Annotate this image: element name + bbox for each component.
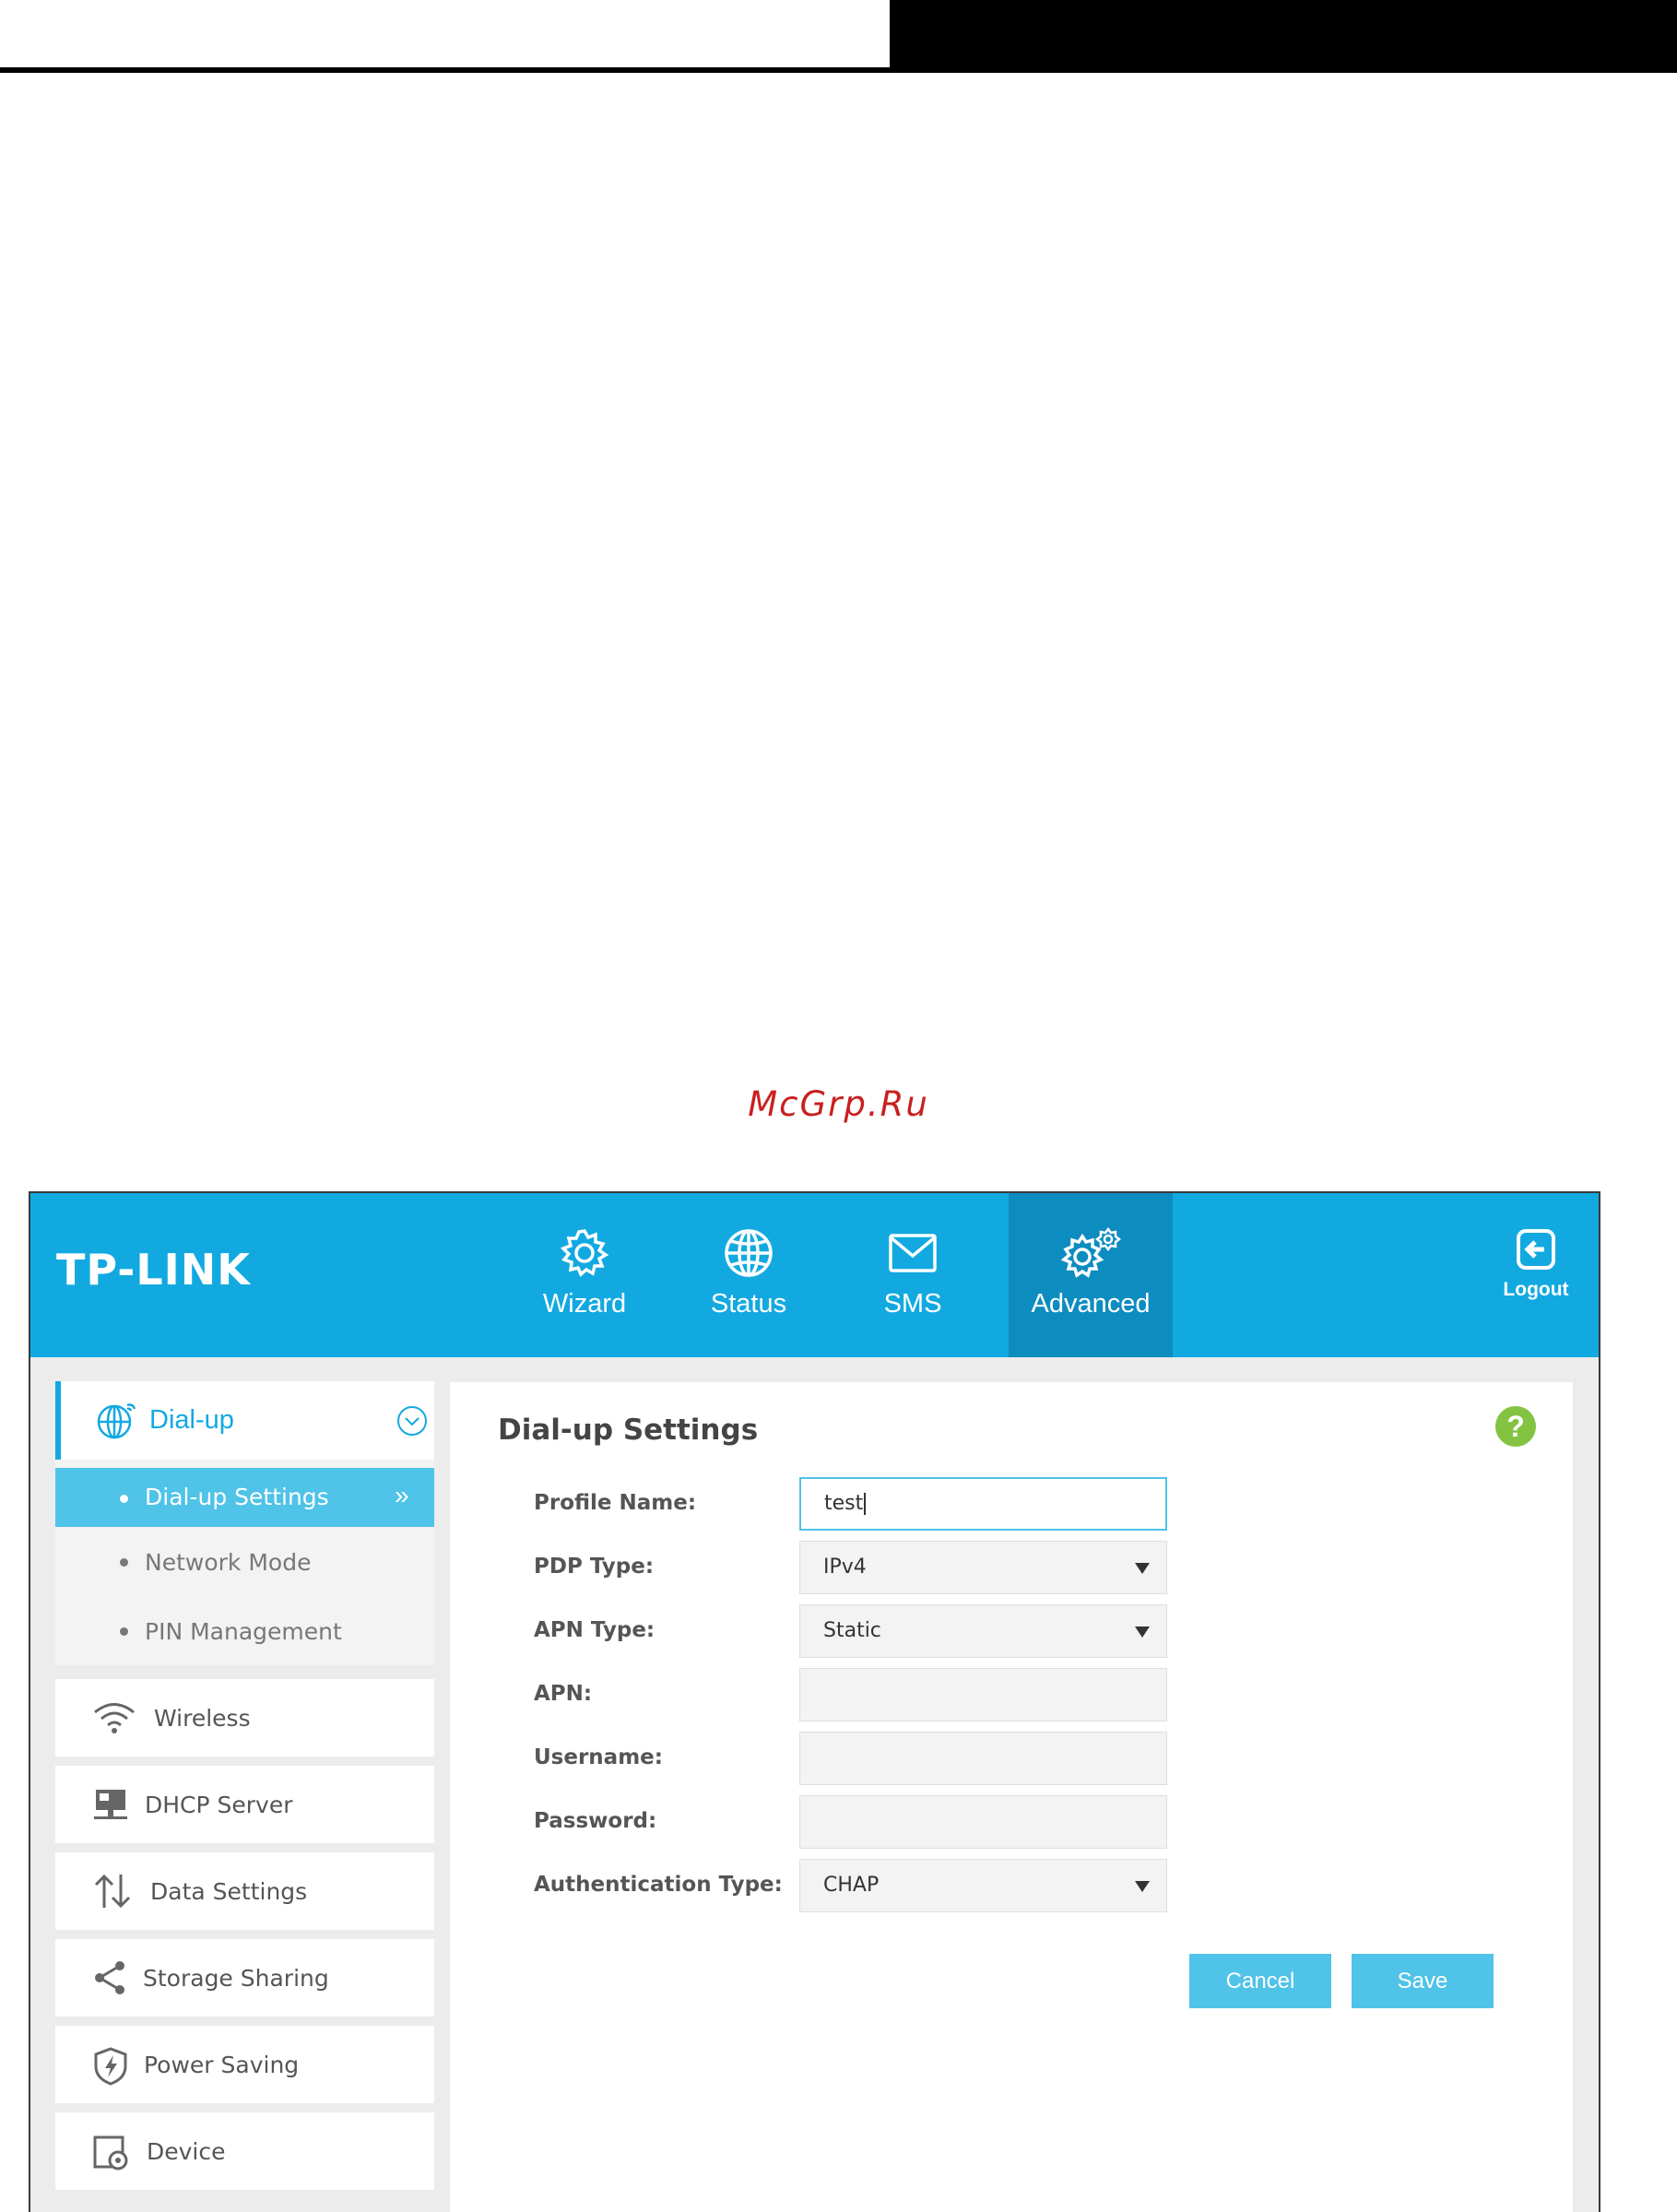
header-rule [0, 67, 890, 73]
apn-row: APN: [534, 1668, 1198, 1721]
wifi-icon [94, 1703, 135, 1733]
help-icon[interactable]: ? [1495, 1406, 1536, 1447]
username-row: Username: [534, 1732, 1198, 1785]
authentication-type-row: Authentication Type: CHAP [534, 1859, 1198, 1912]
sidebar-dialup-subitems: Dial-up Settings » Network Mode PIN Mana… [55, 1460, 434, 1665]
sidebar-item-label: Wireless [154, 1705, 251, 1732]
gear-icon [560, 1229, 609, 1277]
sidebar-subitem-dialup-settings[interactable]: Dial-up Settings » [55, 1468, 434, 1527]
nav-sms[interactable]: SMS [831, 1193, 995, 1357]
bullet [120, 1627, 128, 1636]
sidebar-item-label: Storage Sharing [143, 1965, 329, 1992]
bullet [120, 1495, 128, 1503]
nav-sms-label: SMS [883, 1289, 942, 1319]
updown-arrows-icon [94, 1874, 131, 1909]
page-title: Dial-up Settings [498, 1414, 759, 1447]
sidebar-item-label: Data Settings [150, 1878, 308, 1905]
dhcp-icon [94, 1790, 127, 1819]
share-icon [95, 1961, 124, 1994]
sidebar-item-dhcp-server[interactable]: DHCP Server [55, 1766, 434, 1843]
password-row: Password: [534, 1795, 1198, 1849]
password-input[interactable] [799, 1795, 1167, 1849]
envelope-icon [889, 1234, 937, 1272]
sidebar-item-label: DHCP Server [145, 1792, 293, 1818]
username-input[interactable] [799, 1732, 1167, 1785]
header-black-bar [890, 0, 1677, 73]
globe-icon [725, 1229, 773, 1277]
save-button[interactable]: Save [1352, 1954, 1494, 2008]
top-navigation-bar: TP-LINK Wizard Status SMS Advanced Logou… [30, 1193, 1599, 1357]
dropdown-arrow-icon [1135, 1563, 1150, 1574]
cancel-button[interactable]: Cancel [1189, 1954, 1331, 2008]
device-gear-icon [93, 2135, 128, 2171]
sidebar-item-dialup-label: Dial-up [149, 1405, 234, 1435]
sidebar-subitem-label: PIN Management [145, 1618, 342, 1645]
pdp-type-label: PDP Type: [534, 1555, 655, 1579]
logout-icon [1517, 1229, 1555, 1270]
authentication-type-label: Authentication Type: [534, 1873, 783, 1897]
nav-wizard-label: Wizard [542, 1289, 627, 1319]
profile-name-input[interactable]: test [799, 1477, 1167, 1531]
watermark: McGrp.Ru [748, 1084, 929, 1124]
sidebar-subitem-pin-management[interactable]: PIN Management [55, 1596, 434, 1665]
apn-input[interactable] [799, 1668, 1167, 1721]
sidebar-dialup-section: Dial-up Dial-up Settings » Network Mode … [55, 1381, 434, 1665]
username-label: Username: [534, 1745, 663, 1769]
shield-bolt-icon [94, 2047, 127, 2086]
sidebar-subitem-network-mode[interactable]: Network Mode [55, 1527, 434, 1596]
gears-icon [1060, 1226, 1122, 1278]
password-label: Password: [534, 1809, 657, 1833]
sidebar-item-dialup[interactable]: Dial-up [55, 1381, 434, 1460]
apn-label: APN: [534, 1682, 593, 1706]
sidebar-item-data-settings[interactable]: Data Settings [55, 1852, 434, 1930]
nav-status-label: Status [710, 1289, 787, 1319]
pdp-type-row: PDP Type: IPv4 [534, 1541, 1198, 1594]
sidebar-item-device[interactable]: Device [55, 2112, 434, 2190]
sidebar-subitem-label: Dial-up Settings [145, 1484, 329, 1510]
profile-name-row: Profile Name: test [534, 1477, 1198, 1531]
router-admin-window: TP-LINK Wizard Status SMS Advanced Logou… [29, 1191, 1600, 2212]
sidebar-item-storage-sharing[interactable]: Storage Sharing [55, 1939, 434, 2017]
apn-type-row: APN Type: Static [534, 1604, 1198, 1658]
authentication-type-select[interactable]: CHAP [799, 1859, 1167, 1912]
nav-status[interactable]: Status [667, 1193, 831, 1357]
double-chevron-right-icon: » [395, 1481, 409, 1509]
nav-advanced-label: Advanced [1031, 1289, 1151, 1319]
sidebar-item-label: Power Saving [144, 2052, 300, 2078]
globe-icon [97, 1403, 136, 1439]
profile-name-label: Profile Name: [534, 1491, 697, 1515]
pdp-type-select[interactable]: IPv4 [799, 1541, 1167, 1594]
bullet [120, 1558, 128, 1567]
nav-advanced[interactable]: Advanced [1009, 1193, 1173, 1357]
text-cursor [864, 1493, 867, 1515]
sidebar-item-label: Device [147, 2138, 226, 2165]
sidebar-item-wireless[interactable]: Wireless [55, 1679, 434, 1757]
sidebar-subitem-label: Network Mode [145, 1549, 312, 1576]
apn-type-select[interactable]: Static [799, 1604, 1167, 1658]
logout-button[interactable]: Logout [1490, 1228, 1582, 1301]
tp-link-logo: TP-LINK [56, 1245, 251, 1295]
dropdown-arrow-icon [1135, 1626, 1150, 1638]
chevron-down-icon[interactable] [396, 1405, 428, 1437]
dropdown-arrow-icon [1135, 1881, 1150, 1892]
dialup-settings-panel: Dial-up Settings ? Profile Name: test PD… [450, 1382, 1573, 2212]
logout-label: Logout [1503, 1279, 1569, 1300]
sidebar-item-power-saving[interactable]: Power Saving [55, 2026, 434, 2103]
apn-type-label: APN Type: [534, 1618, 655, 1642]
nav-wizard[interactable]: Wizard [502, 1193, 667, 1357]
